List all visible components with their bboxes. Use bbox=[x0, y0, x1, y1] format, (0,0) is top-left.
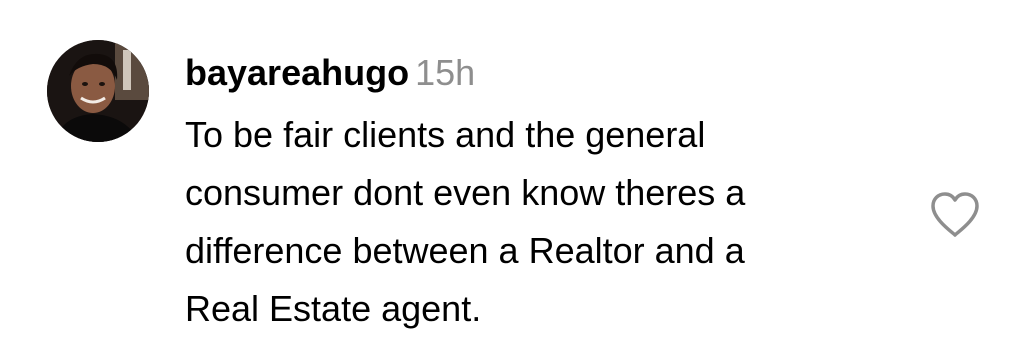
comment-row: bayareahugo 15h To be fair clients and th… bbox=[0, 0, 1024, 348]
comment-text-line: difference between a Realtor and a bbox=[185, 230, 745, 271]
like-button[interactable] bbox=[928, 190, 982, 240]
comment-text-line: To be fair clients and the general bbox=[185, 114, 706, 155]
username[interactable]: bayareahugo bbox=[185, 52, 409, 93]
comment-text-line: consumer dont even know theres a bbox=[185, 172, 746, 213]
comment-timestamp[interactable]: 15h bbox=[415, 52, 475, 93]
comment-text-line: Real Estate agent. bbox=[185, 288, 482, 329]
user-avatar[interactable] bbox=[47, 40, 149, 142]
heart-outline-icon bbox=[931, 192, 979, 237]
comment-body: bayareahugo 15h To be fair clients and th… bbox=[185, 52, 885, 338]
comment-text: To be fair clients and the general consu… bbox=[185, 106, 885, 338]
avatar-photo bbox=[47, 40, 149, 142]
comment-header: bayareahugo 15h bbox=[185, 52, 885, 94]
